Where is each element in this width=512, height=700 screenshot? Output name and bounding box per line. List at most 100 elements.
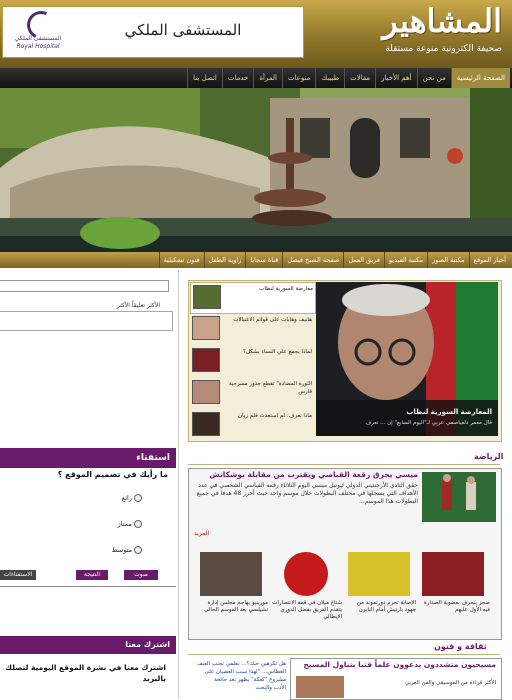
radio-button[interactable] — [134, 546, 142, 554]
sports-card[interactable]: شتاغ ميلان في قمة الانتصارات يتقدم الفري… — [272, 552, 342, 630]
comment-tabs[interactable]: الأكثر تعليقاً الأكثر — [0, 302, 160, 309]
poll-result-button[interactable]: النتيجة — [76, 570, 108, 580]
subnav-item[interactable]: مكتبة الصور — [427, 252, 468, 268]
poll-archive-button[interactable]: الاستفتاءات — [0, 570, 36, 580]
poll-option-1[interactable]: ممتاز — [0, 520, 160, 532]
featured-item-title: هانيف وهابات على قوائم الاغتيالات — [233, 317, 312, 323]
poll-option-2[interactable]: متوسط — [0, 546, 160, 558]
nav-item[interactable]: الصفحة الرئيسية — [450, 68, 510, 88]
featured-thumb — [192, 316, 220, 340]
culture-summary: الأكثر قراءة من الموسيقى والفن العربي — [404, 680, 496, 686]
featured-item[interactable]: ماذا نعرف: لم استعدت فلم زيان — [190, 410, 314, 440]
poll-title: استفتاء — [136, 453, 170, 463]
main-nav: الصفحة الرئيسية من نحن أهم الأخبار مقالات طب… — [0, 68, 512, 88]
sports-card[interactable]: مورينيو يهاجم مجلس إدارة تشيلسي بعد المو… — [198, 552, 268, 630]
nav-item[interactable]: أهم الأخبار — [375, 68, 416, 88]
read-more-link[interactable]: المزيد — [194, 530, 209, 537]
site-logo[interactable]: المشاهير — [366, 2, 502, 40]
featured-thumb — [193, 285, 221, 309]
featured-caption-title: المعارضة السورية لنظاب — [406, 408, 492, 416]
search-input[interactable] — [0, 280, 169, 292]
nav-item[interactable]: اتصل بنا — [187, 68, 222, 88]
sports-main-image[interactable] — [422, 472, 496, 522]
soccer-photo — [422, 472, 496, 522]
sports-card-caption: مورينيو يهاجم مجلس إدارة تشيلسي بعد المو… — [204, 600, 268, 613]
featured-item[interactable]: هانيف وهابات على قوائم الاغتيالات — [190, 314, 314, 344]
featured-item[interactable]: معارضة السورية لنظاب — [190, 282, 316, 314]
ad-banner[interactable]: المستشفى الملكي Royal Hospital المستشفى … — [2, 6, 304, 58]
culture-headline[interactable]: مسيحيون متشددون يدعوون علماً قتيا بتناول… — [292, 660, 496, 669]
poll-question: ما رأيك في تصميم الموقع ؟ — [57, 470, 168, 479]
garden-fountain-image — [0, 88, 512, 252]
featured-list: معارضة السورية لنظاب هانيف وهابات على قو… — [190, 282, 316, 440]
subnav-item[interactable]: زاوية الطفل — [203, 252, 246, 268]
culture-thumb[interactable] — [296, 676, 344, 698]
nav-item[interactable]: منوعات — [281, 68, 315, 88]
site-header: المستشفى الملكي Royal Hospital المستشفى … — [0, 0, 512, 68]
sports-card-image — [422, 552, 484, 596]
nav-item[interactable]: المرأة — [253, 68, 282, 88]
culture-link[interactable]: الغطاس... "لهذا سبب العصيان على مشروع "ك… — [190, 668, 286, 684]
divider — [0, 586, 176, 587]
poll-option-0[interactable]: رائع — [0, 494, 160, 506]
featured-caption-text: قال معمر دلعياصمي عربي لـ"اليوم السابع" … — [365, 420, 492, 426]
poll-header: استفتاء — [0, 448, 176, 468]
secondary-nav: أخبار الموقع مكتبة الصور مكتبة الفيديو فريق… — [0, 252, 512, 268]
hospital-logo: المستشفى الملكي Royal Hospital — [9, 7, 67, 53]
featured-thumb — [192, 380, 220, 404]
secondary-nav-items: أخبار الموقع مكتبة الصور مكتبة الفيديو فريق… — [158, 252, 510, 268]
poll-vote-button[interactable]: صوت — [124, 570, 158, 580]
featured-item-title: ماذا نعرف: لم استعدت فلم زيان — [238, 413, 312, 419]
nav-item[interactable]: خدمات — [221, 68, 253, 88]
sports-card-image — [348, 552, 410, 596]
subnav-item[interactable]: قناة سجايا — [245, 252, 282, 268]
nav-item[interactable]: من نحن — [416, 68, 451, 88]
subnav-item[interactable]: فريق العمل — [343, 252, 384, 268]
subscribe-title: اشترك معنا — [125, 640, 170, 649]
divider — [188, 464, 500, 465]
subscribe-header: اشترك معنا — [0, 636, 176, 654]
featured-item[interactable]: لماذا يجمع علي النساء بشكل؟ — [190, 346, 314, 376]
sports-card-caption: الإصابة تحرم دورتموند من جهود بارتيش أما… — [356, 600, 416, 613]
featured-item-title: الثورة المضادة" تقطع جذور مسرحية قارس — [228, 381, 312, 395]
sports-summary: حقق النادي الأرجنتيني الدولي ليونيل ميسي… — [196, 482, 418, 505]
radio-button[interactable] — [134, 494, 142, 502]
sports-card[interactable]: الإصابة تحرم دورتموند من جهود بارتيش أما… — [346, 552, 416, 630]
section-title-sports[interactable]: الرياضة — [474, 452, 503, 461]
subnav-item[interactable]: مكتبة الفيديو — [383, 252, 427, 268]
featured-item-title: معارضة السورية لنظاب — [259, 286, 313, 292]
ac-milan-crest-icon — [284, 552, 328, 596]
nav-item[interactable]: مقالات — [344, 68, 375, 88]
subnav-item[interactable]: صفحة الشيخ فيصل — [282, 252, 343, 268]
culture-link-list: هل تكرهين حبك؟... تعلمي تجنب العنف الغطا… — [190, 660, 286, 692]
section-title-culture[interactable]: ثقافة و فنون — [434, 642, 487, 651]
subnav-item[interactable]: فنون تشكيلية — [158, 252, 204, 268]
sports-card[interactable]: ضجر ينحرف بعضوية الصدارة فيه الأول عليهم — [420, 552, 490, 630]
culture-link[interactable]: هل تكرهين حبك؟... تعلمي تجنب العنف — [190, 660, 286, 668]
poll-option-label: متوسط — [111, 546, 132, 554]
subscribe-text: اشترك معنا في نشرة الموقع اليومية لتصلك … — [5, 663, 166, 683]
ad-logo-english: Royal Hospital — [16, 43, 60, 50]
divider — [188, 654, 500, 655]
culture-link[interactable]: الأدب والبحث — [190, 684, 286, 692]
featured-thumb — [192, 412, 220, 436]
sports-headline[interactable]: ميسي يحرق رقعة القباصي ويقترب من مقابلة … — [194, 470, 418, 479]
poll-option-label: رائع — [121, 494, 132, 502]
poll-buttons: الاستفتاءات النتيجة صوت — [0, 570, 176, 584]
site-subtitle: صحيفة الكترونية منوعة مستقلة — [385, 44, 502, 54]
comment-list-box — [0, 311, 173, 331]
featured-item-title: لماذا يجمع علي النساء بشكل؟ — [243, 349, 312, 355]
featured-thumb — [192, 348, 220, 372]
featured-main-image[interactable]: المعارضة السورية لنظاب قال معمر دلعياصمي… — [316, 282, 498, 436]
sports-card-caption: ضجر ينحرف بعضوية الصدارة فيه الأول عليهم — [423, 600, 490, 613]
subnav-item[interactable]: أخبار الموقع — [468, 252, 510, 268]
radio-button[interactable] — [134, 520, 142, 528]
hero-banner — [0, 88, 512, 252]
poll-option-label: ممتاز — [117, 520, 132, 528]
column-divider — [178, 270, 179, 698]
nav-item[interactable]: طبيبك — [315, 68, 344, 88]
main-nav-items: الصفحة الرئيسية من نحن أهم الأخبار مقالات طب… — [187, 68, 510, 88]
featured-item[interactable]: الثورة المضادة" تقطع جذور مسرحية قارس — [190, 378, 314, 408]
sports-card-caption: شتاغ ميلان في قمة الانتصارات يتقدم الفري… — [272, 600, 342, 620]
ad-logo-arabic: المستشفى الملكي — [14, 35, 62, 42]
